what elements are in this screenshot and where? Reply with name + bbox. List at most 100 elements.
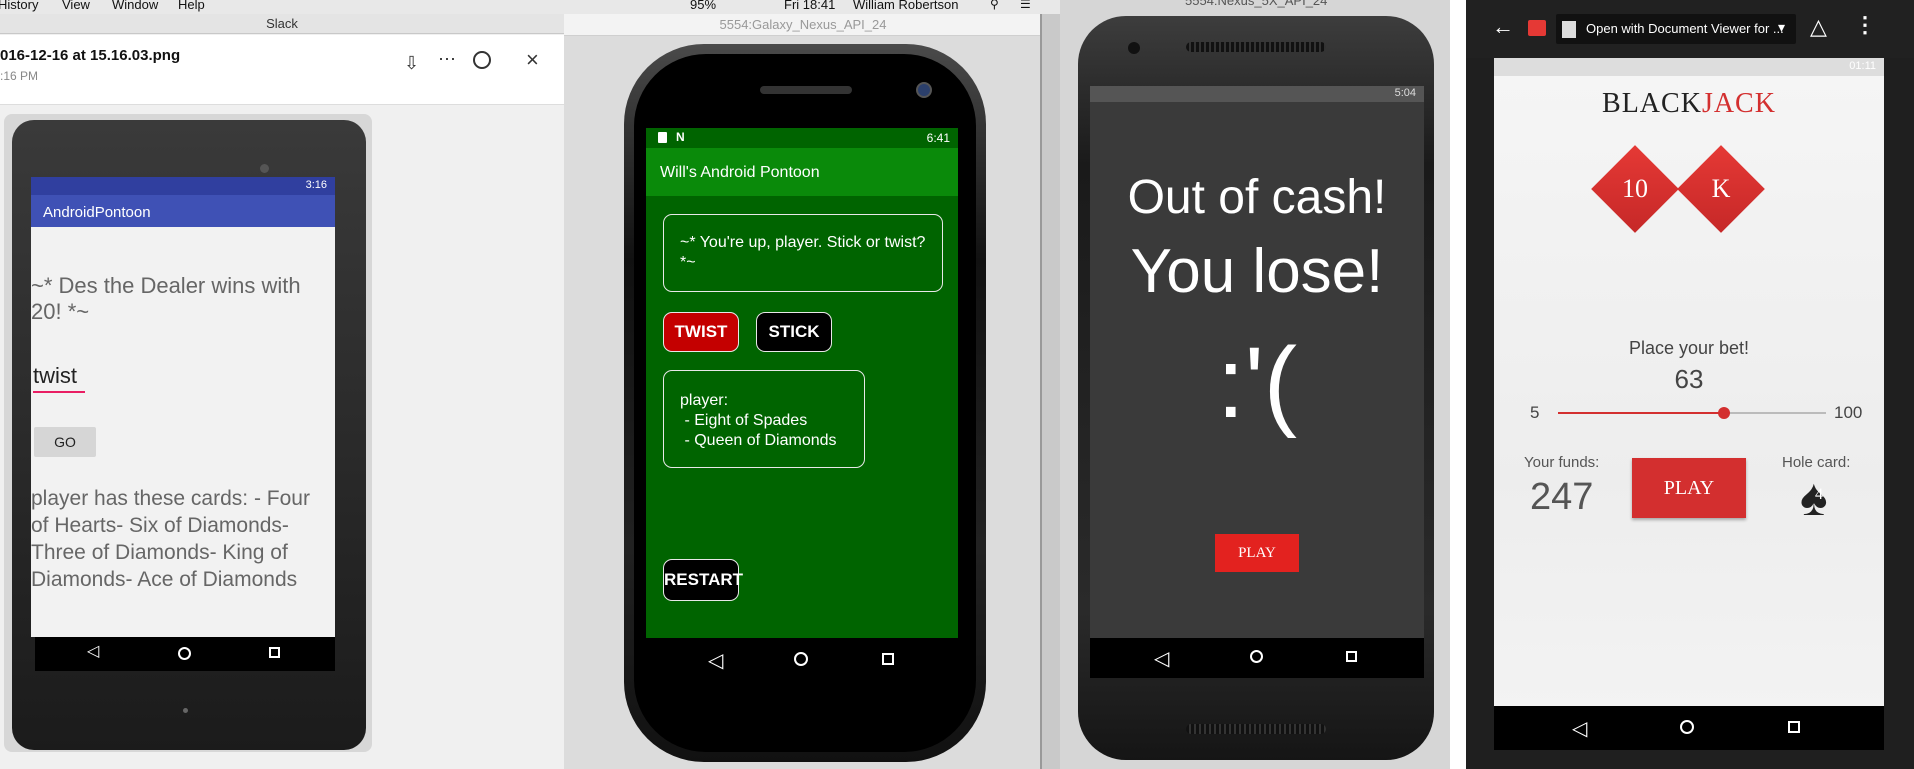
sd-card-icon [658,132,667,143]
bet-slider-fill [1558,412,1725,414]
dropdown-icon[interactable]: ▾ [1778,19,1785,36]
twist-button[interactable]: TWIST [663,312,739,352]
bet-value: 63 [1674,364,1704,394]
front-camera-icon [260,164,269,173]
menu-help[interactable]: Help [178,0,205,12]
home-icon[interactable] [178,647,191,660]
hand-card: - Eight of Spades [680,412,808,429]
home-icon[interactable] [794,652,808,666]
back-icon[interactable]: ◁ [1572,716,1587,741]
slider-min: 5 [1530,403,1540,422]
status-bar: 5:04 [1090,86,1424,102]
nav-bar: ◁ [35,637,335,671]
funds-label: Your funds: [1524,454,1600,471]
file-preview-header: 016-12-16 at 15.16.03.png :16 PM ⇩ ⋯ × [0,35,564,105]
game-message: ~* Des the Dealer wins with 20! *~ [31,273,301,324]
emulator-titlebar: 5554:Nexus_5X_API_24 [1185,0,1328,8]
more-actions-icon[interactable]: ⋯ [438,49,456,70]
bet-prompt: Place your bet! [1628,338,1750,358]
logo-black: BLACK [1602,88,1702,119]
download-icon[interactable]: ⇩ [404,53,426,75]
earpiece-speaker [760,86,852,94]
app-bar: Will's Android Pontoon [646,148,958,196]
player-cards-text: player has these cards: - Four of Hearts… [31,487,310,591]
status-bar: 3:16 [31,177,335,195]
hand-card: - Queen of Diamonds [680,432,837,449]
status-time: 6:41 [926,131,950,145]
bet-slider-track[interactable] [1558,407,1826,419]
recents-icon[interactable] [269,647,280,658]
hand-title: player: [680,392,729,409]
drive-add-icon[interactable]: △ [1810,14,1827,40]
pontoon-screen-2: N 6:41 Will's Android Pontoon ~* You're … [646,128,958,638]
status-bar: 01:11 [1494,58,1884,76]
player-hand-box: player: - Eight of Spades - Queen of Dia… [663,370,865,468]
home-icon[interactable] [1680,720,1694,734]
battery-percent: 95% [690,0,717,12]
open-with-label: Open with Document Viewer for ... [1586,21,1784,36]
mac-menubar: History View Window Help 95% Fri 18:41 W… [0,0,1060,14]
status-time: 3:16 [305,179,327,191]
recents-icon[interactable] [882,653,894,665]
status-bar: N 6:41 [646,128,958,148]
back-arrow-icon[interactable]: ← [1492,14,1514,40]
back-icon[interactable]: ◁ [87,641,99,661]
menubar-clock: Fri 18:41 [784,0,836,12]
bottom-speaker-grille [1186,724,1326,734]
recents-icon[interactable] [1788,721,1800,733]
front-camera-icon [916,82,932,98]
app-bar: AndroidPontoon [31,195,335,227]
notification-n-icon: N [676,130,685,144]
file-title: 016-12-16 at 15.16.03.png [0,47,181,64]
spotlight-search-icon[interactable]: ⚲ [990,0,999,11]
app-title: AndroidPontoon [43,204,151,221]
card-value: 10 [1622,174,1648,203]
prompt-box: ~* You're up, player. Stick or twist? *~ [663,214,943,292]
play-button[interactable]: PLAY [1632,458,1746,518]
overflow-menu-icon[interactable]: ⋮ [1854,12,1876,38]
file-timestamp: :16 PM [0,69,39,83]
restart-button[interactable]: RESTART [663,559,743,601]
phone-speaker-dot [183,708,188,713]
pontoon-screen-1: 3:16 AndroidPontoon ~* Des the Dealer wi… [31,177,335,637]
front-camera-icon [1128,42,1140,54]
play-button[interactable]: PLAY [1215,534,1299,572]
recents-icon[interactable] [1346,651,1357,662]
open-with-chip[interactable]: Open with Document Viewer for ... ▾ [1556,14,1796,44]
menu-window[interactable]: Window [112,0,158,12]
notification-list-icon[interactable]: ☰ [1020,0,1031,11]
nav-bar: ◁ [1090,638,1424,678]
hole-card-value: 4 [1815,486,1823,503]
blackjack-screen: 01:11 BLACKJACK 10 K Place your bet! 63 … [1494,58,1884,748]
close-icon[interactable]: × [526,47,539,73]
you-lose-text: You lose! [1130,237,1384,306]
chrome-toolbar: ← Open with Document Viewer for ... ▾ △ … [1466,0,1914,58]
go-button[interactable]: GO [34,427,96,457]
home-icon[interactable] [1250,650,1263,663]
game-over-screen: 5:04 Out of cash! You lose! :'( PLAY [1090,86,1424,678]
app-title: Will's Android Pontoon [660,164,820,181]
emulator-titlebar: 5554:Galaxy_Nexus_API_24 [564,14,1042,36]
back-icon[interactable]: ◁ [1154,646,1169,671]
funds-value: 247 [1530,476,1594,518]
slider-max: 100 [1834,403,1863,422]
status-time: 01:11 [1849,60,1876,72]
menu-view[interactable]: View [62,0,90,12]
nav-bar: ◁ [1494,706,1884,750]
gallery-icon [1528,20,1546,36]
top-speaker-grille [1186,42,1326,52]
blackjack-logo: BLACKJACK [1494,88,1884,120]
sad-face: :'( [1216,327,1298,439]
out-of-cash-text: Out of cash! [1127,171,1387,224]
logo-red: JACK [1701,88,1776,119]
menu-history[interactable]: History [0,0,38,12]
document-icon [1562,21,1576,38]
status-time: 5:04 [1394,87,1416,99]
menubar-user[interactable]: William Robertson [853,0,958,12]
nav-bar: ◁ [646,638,958,682]
slack-titlebar: Slack [0,14,564,34]
back-icon[interactable]: ◁ [708,648,723,673]
stick-button[interactable]: STICK [756,312,832,352]
comment-icon[interactable] [473,51,491,69]
move-input[interactable]: twist [33,363,85,393]
